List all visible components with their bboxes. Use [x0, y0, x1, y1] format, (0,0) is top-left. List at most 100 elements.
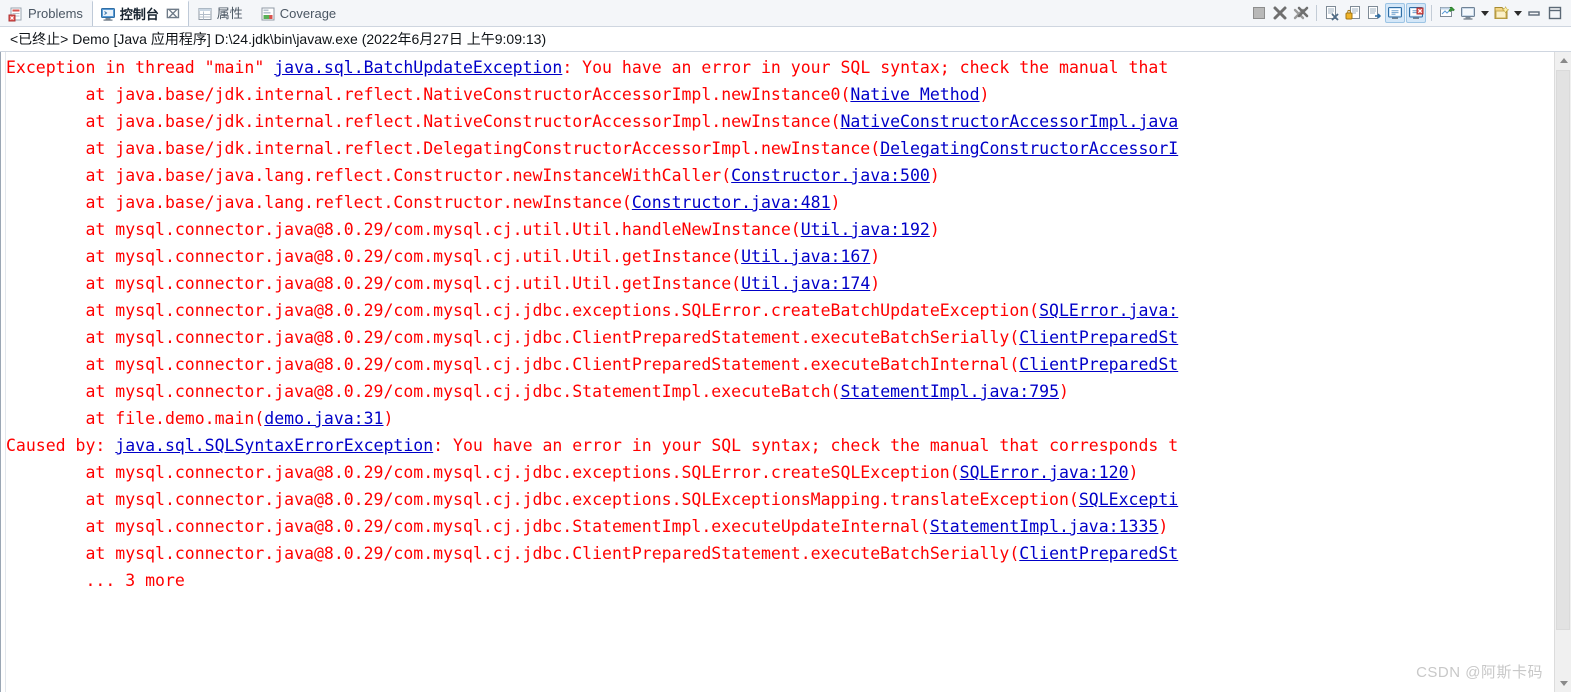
- stack-trace-link[interactable]: Constructor.java:481: [632, 193, 831, 212]
- tab-console[interactable]: 控制台 ⌧: [91, 0, 189, 26]
- console-text: at mysql.connector.java@8.0.29/com.mysql…: [6, 328, 1020, 347]
- separator-2: [1431, 5, 1432, 21]
- scroll-lock-button[interactable]: [1343, 3, 1363, 23]
- stack-trace-link[interactable]: ClientPreparedSt: [1019, 544, 1178, 563]
- show-console-on-output-button[interactable]: [1385, 3, 1405, 23]
- console-text: : You have an error in your SQL syntax; …: [433, 436, 1179, 455]
- console-text: at mysql.connector.java@8.0.29/com.mysql…: [6, 490, 1079, 509]
- stack-trace-link[interactable]: Util.java:192: [801, 220, 930, 239]
- clear-console-icon: [1324, 5, 1340, 21]
- console-line: at mysql.connector.java@8.0.29/com.mysql…: [6, 216, 1554, 243]
- properties-icon: [197, 6, 213, 22]
- stack-trace-link[interactable]: SQLError.java:: [1039, 301, 1178, 320]
- word-wrap-button[interactable]: [1364, 3, 1384, 23]
- console-text: ): [1158, 517, 1169, 536]
- pin-console-button[interactable]: [1437, 3, 1457, 23]
- tab-label: 控制台: [119, 6, 159, 22]
- tab-label: Coverage: [279, 6, 337, 21]
- display-selected-console-button[interactable]: [1458, 3, 1478, 23]
- stack-trace-link[interactable]: ClientPreparedSt: [1019, 328, 1178, 347]
- console-toolbar: [1249, 0, 1571, 26]
- display-console-icon: [1460, 5, 1476, 21]
- console-line: at file.demo.main(demo.java:31): [6, 405, 1554, 432]
- console-line: at mysql.connector.java@8.0.29/com.mysql…: [6, 324, 1554, 351]
- console-text: Caused by:: [6, 436, 116, 455]
- console-text: at mysql.connector.java@8.0.29/com.mysql…: [6, 247, 742, 266]
- console-text: Exception in thread "main": [6, 58, 275, 77]
- stack-trace-link[interactable]: SQLError.java:120: [960, 463, 1129, 482]
- console-view: Exception in thread "main" java.sql.Batc…: [0, 52, 1571, 692]
- minimize-button[interactable]: [1524, 3, 1544, 23]
- console-text: ): [870, 274, 881, 293]
- console-text: at mysql.connector.java@8.0.29/com.mysql…: [6, 301, 1040, 320]
- tab-problems[interactable]: Problems: [0, 0, 92, 26]
- console-text: ): [1059, 382, 1069, 401]
- close-icon[interactable]: ⌧: [166, 7, 180, 21]
- stack-trace-link[interactable]: StatementImpl.java:795: [840, 382, 1059, 401]
- separator-1: [1316, 5, 1317, 21]
- stack-trace-link[interactable]: Util.java:174: [741, 274, 870, 293]
- console-text: : You have an error in your SQL syntax; …: [562, 58, 1169, 77]
- stack-trace-link[interactable]: Util.java:167: [741, 247, 870, 266]
- console-line: at java.base/jdk.internal.reflect.Native…: [6, 108, 1554, 135]
- console-line: at java.base/jdk.internal.reflect.Delega…: [6, 135, 1554, 162]
- console-text: ): [870, 247, 881, 266]
- console-text: at java.base/jdk.internal.reflect.Native…: [6, 85, 851, 104]
- scroll-down-arrow-icon[interactable]: [1555, 675, 1571, 692]
- remove-launch-button[interactable]: [1270, 3, 1290, 23]
- launch-status-line: <已终止> Demo [Java 应用程序] D:\24.jdk\bin\jav…: [0, 27, 1571, 52]
- console-text: at mysql.connector.java@8.0.29/com.mysql…: [6, 544, 1020, 563]
- console-text: ... 3 more: [6, 571, 185, 590]
- console-text: at mysql.connector.java@8.0.29/com.mysql…: [6, 517, 930, 536]
- console-text: at mysql.connector.java@8.0.29/com.mysql…: [6, 274, 742, 293]
- stack-trace-link[interactable]: ClientPreparedSt: [1019, 355, 1178, 374]
- stack-trace-link[interactable]: NativeConstructorAccessorImpl.java: [840, 112, 1178, 131]
- stop-square-icon: [1251, 5, 1267, 21]
- console-text: at mysql.connector.java@8.0.29/com.mysql…: [6, 382, 841, 401]
- scroll-up-arrow-icon[interactable]: [1555, 52, 1571, 69]
- tab-properties[interactable]: 属性: [189, 0, 252, 26]
- console-vertical-scrollbar[interactable]: [1554, 52, 1571, 692]
- console-text: at java.base/jdk.internal.reflect.Native…: [6, 112, 841, 131]
- stack-trace-link[interactable]: SQLExcepti: [1079, 490, 1178, 509]
- stack-trace-link[interactable]: java.sql.BatchUpdateException: [274, 58, 562, 77]
- show-console-on-error-button[interactable]: [1406, 3, 1426, 23]
- tab-list: Problems 控制台 ⌧ 属性 Coverage: [0, 0, 345, 26]
- scrollbar-thumb[interactable]: [1556, 70, 1570, 630]
- console-text: ): [979, 85, 990, 104]
- stack-trace-link[interactable]: StatementImpl.java:1335: [930, 517, 1158, 536]
- console-line: at mysql.connector.java@8.0.29/com.mysql…: [6, 486, 1554, 513]
- console-output[interactable]: Exception in thread "main" java.sql.Batc…: [6, 52, 1554, 692]
- stack-trace-link[interactable]: demo.java:31: [264, 409, 383, 428]
- console-line: Exception in thread "main" java.sql.Batc…: [6, 54, 1554, 81]
- stack-trace-link[interactable]: Constructor.java:500: [731, 166, 930, 185]
- console-text: ): [929, 166, 940, 185]
- word-wrap-icon: [1366, 5, 1382, 21]
- coverage-icon: [260, 6, 276, 22]
- console-text: at mysql.connector.java@8.0.29/com.mysql…: [6, 355, 1020, 374]
- view-tab-bar: Problems 控制台 ⌧ 属性 Coverage: [0, 0, 1571, 27]
- console-line: at java.base/jdk.internal.reflect.Native…: [6, 81, 1554, 108]
- stack-trace-link[interactable]: java.sql.SQLSyntaxErrorException: [115, 436, 433, 455]
- console-text: at java.base/java.lang.reflect.Construct…: [6, 166, 732, 185]
- clear-console-button[interactable]: [1322, 3, 1342, 23]
- console-line: at mysql.connector.java@8.0.29/com.mysql…: [6, 270, 1554, 297]
- console-line: ... 3 more: [6, 567, 1554, 594]
- console-line: Caused by: java.sql.SQLSyntaxErrorExcept…: [6, 432, 1554, 459]
- maximize-button[interactable]: [1545, 3, 1565, 23]
- lock-icon: [1345, 5, 1361, 21]
- show-console-stderr-icon: [1408, 5, 1424, 21]
- pin-console-icon: [1439, 5, 1455, 21]
- remove-all-terminated-button[interactable]: [1291, 3, 1311, 23]
- tab-coverage[interactable]: Coverage: [252, 0, 345, 26]
- console-line: at mysql.connector.java@8.0.29/com.mysql…: [6, 378, 1554, 405]
- display-selected-console-dropdown[interactable]: [1479, 3, 1490, 23]
- console-text: ): [929, 220, 940, 239]
- problems-icon: [8, 6, 24, 22]
- stack-trace-link[interactable]: Native Method: [850, 85, 979, 104]
- stack-trace-link[interactable]: DelegatingConstructorAccessorI: [880, 139, 1178, 158]
- terminate-button[interactable]: [1249, 3, 1269, 23]
- console-text: ): [1128, 463, 1139, 482]
- open-console-dropdown[interactable]: [1512, 3, 1523, 23]
- open-console-button[interactable]: [1491, 3, 1511, 23]
